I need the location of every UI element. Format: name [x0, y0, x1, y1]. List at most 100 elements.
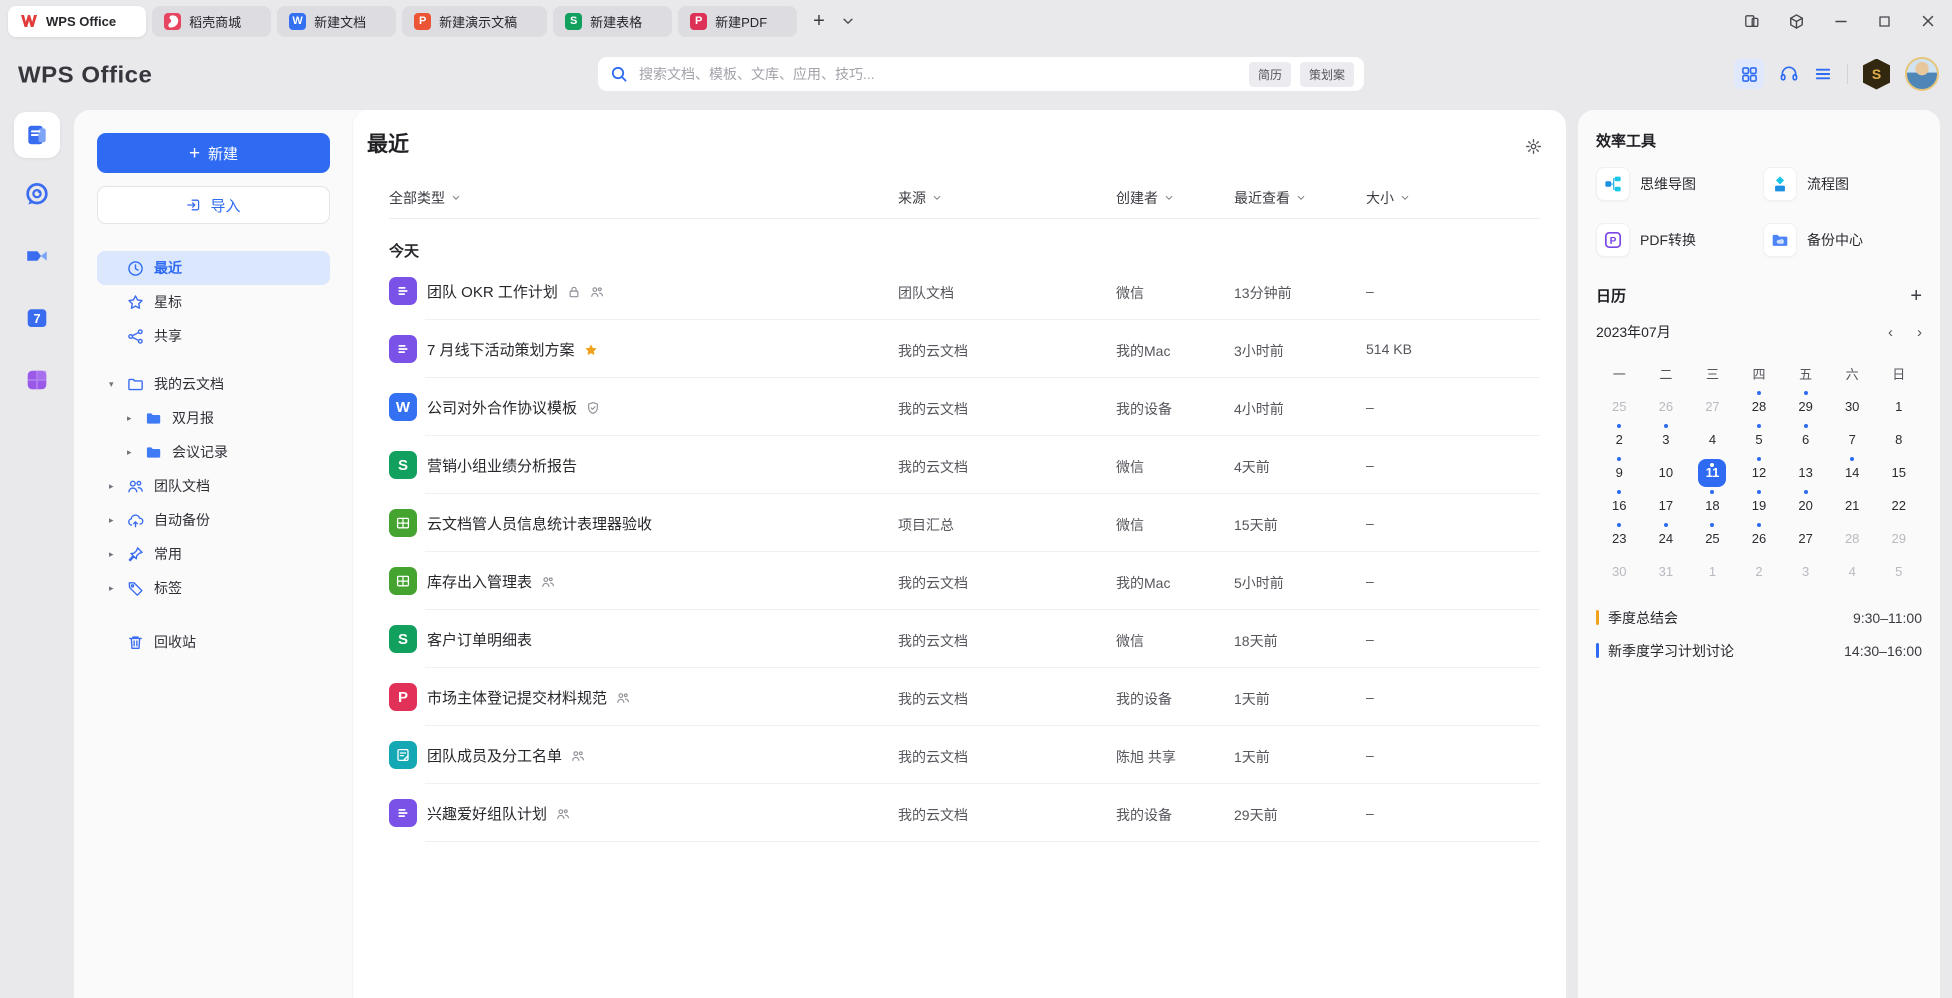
file-row[interactable]: W公司对外合作协议模板我的云文档我的设备4小时前–: [353, 378, 1566, 436]
filter-0[interactable]: 全部类型: [389, 188, 461, 208]
calendar-day[interactable]: 27: [1782, 523, 1829, 554]
calendar-day[interactable]: 29: [1875, 523, 1922, 554]
calendar-day[interactable]: 29: [1782, 391, 1829, 422]
add-event-button[interactable]: +: [1910, 286, 1922, 306]
calendar-app-icon[interactable]: 7: [25, 306, 49, 330]
workspace-cube-icon[interactable]: [1788, 13, 1805, 30]
file-row[interactable]: S客户订单明细表我的云文档微信18天前–: [353, 610, 1566, 668]
caret-right-icon[interactable]: ▸: [109, 583, 114, 594]
caret-right-icon[interactable]: ▸: [109, 515, 114, 526]
settings-gear-icon[interactable]: [1525, 138, 1542, 155]
sidebar-item-8[interactable]: ▸常用: [97, 537, 330, 571]
calendar-day[interactable]: 14: [1829, 457, 1876, 488]
calendar-event[interactable]: 季度总结会9:30–11:00: [1596, 601, 1922, 634]
calendar-day[interactable]: 2: [1736, 556, 1783, 587]
minimize-button[interactable]: [1833, 13, 1849, 29]
calendar-day[interactable]: 28: [1736, 391, 1783, 422]
sidebar-item-9[interactable]: ▸标签: [97, 571, 330, 605]
chevron-left-icon[interactable]: ‹: [1888, 324, 1893, 341]
calendar-day[interactable]: 4: [1829, 556, 1876, 587]
calendar-day[interactable]: 21: [1829, 490, 1876, 521]
search-input[interactable]: [637, 65, 1240, 83]
file-row[interactable]: 兴趣爱好组队计划我的云文档我的设备29天前–: [353, 784, 1566, 842]
tab-3[interactable]: P新建演示文稿: [402, 6, 547, 37]
sidebar-item-6[interactable]: ▸团队文档: [97, 469, 330, 503]
tool-3[interactable]: 备份中心: [1763, 223, 1922, 257]
mobile-sync-icon[interactable]: [1744, 13, 1760, 29]
sidebar-item-1[interactable]: 星标: [97, 285, 330, 319]
sidebar-item-0[interactable]: 最近: [97, 251, 330, 285]
sidebar-item-trash[interactable]: 回收站: [97, 625, 330, 659]
calendar-day[interactable]: 3: [1643, 424, 1690, 455]
calendar-day[interactable]: 15: [1875, 457, 1922, 488]
caret-right-icon[interactable]: ▸: [109, 481, 114, 492]
calendar-day[interactable]: 26: [1736, 523, 1783, 554]
sidebar-item-2[interactable]: 共享: [97, 319, 330, 353]
file-row[interactable]: P市场主体登记提交材料规范我的云文档我的设备1天前–: [353, 668, 1566, 726]
calendar-day[interactable]: 30: [1829, 391, 1876, 422]
support-headset-icon[interactable]: [1779, 64, 1799, 84]
file-row[interactable]: 团队成员及分工名单我的云文档陈旭 共享1天前–: [353, 726, 1566, 784]
calendar-day[interactable]: 9: [1596, 457, 1643, 488]
import-button[interactable]: 导入: [97, 186, 330, 224]
calendar-day[interactable]: 12: [1736, 457, 1783, 488]
calendar-day[interactable]: 28: [1829, 523, 1876, 554]
calendar-day[interactable]: 1: [1689, 556, 1736, 587]
calendar-day[interactable]: 7: [1829, 424, 1876, 455]
caret-down-icon[interactable]: ▾: [109, 379, 114, 390]
file-row[interactable]: 云文档管人员信息统计表理器验收项目汇总微信15天前–: [353, 494, 1566, 552]
filter-4[interactable]: 大小: [1366, 188, 1410, 208]
menu-icon[interactable]: [1814, 65, 1832, 83]
caret-right-icon[interactable]: ▸: [109, 549, 114, 560]
calendar-day[interactable]: 5: [1875, 556, 1922, 587]
apps-grid-button[interactable]: [1734, 59, 1764, 89]
chevron-right-icon[interactable]: ›: [1917, 324, 1922, 341]
caret-right-icon[interactable]: ▸: [127, 447, 132, 458]
calendar-day[interactable]: 31: [1643, 556, 1690, 587]
close-button[interactable]: [1920, 13, 1936, 29]
tab-4[interactable]: S新建表格: [553, 6, 672, 37]
rail-item-documents[interactable]: [14, 112, 60, 158]
calendar-day[interactable]: 10: [1643, 457, 1690, 488]
maximize-button[interactable]: [1877, 14, 1892, 29]
sidebar-item-3[interactable]: ▾我的云文档: [97, 367, 330, 401]
calendar-day[interactable]: 18: [1689, 490, 1736, 521]
filter-1[interactable]: 来源: [898, 188, 942, 208]
calendar-day[interactable]: 4: [1689, 424, 1736, 455]
caret-right-icon[interactable]: ▸: [127, 413, 132, 424]
tool-2[interactable]: PPDF转换: [1596, 223, 1755, 257]
apps-purple-icon[interactable]: [25, 368, 49, 392]
tab-1[interactable]: 稻壳商城: [152, 6, 271, 37]
tab-list-chevron-down-icon[interactable]: [841, 14, 855, 28]
calendar-day[interactable]: 2: [1596, 424, 1643, 455]
calendar-day[interactable]: 1: [1875, 391, 1922, 422]
sidebar-item-4[interactable]: ▸双月报: [97, 401, 330, 435]
avatar[interactable]: [1905, 57, 1939, 91]
calendar-day[interactable]: 5: [1736, 424, 1783, 455]
new-button[interactable]: + 新建: [97, 133, 330, 173]
calendar-day[interactable]: 11: [1689, 457, 1736, 488]
file-row[interactable]: 库存出入管理表我的云文档我的Mac5小时前–: [353, 552, 1566, 610]
tab-5[interactable]: P新建PDF: [678, 6, 797, 37]
calendar-day[interactable]: 22: [1875, 490, 1922, 521]
messages-icon[interactable]: [25, 182, 49, 206]
tab-2[interactable]: W新建文档: [277, 6, 396, 37]
file-row[interactable]: 团队 OKR 工作计划团队文档微信13分钟前–: [353, 262, 1566, 320]
meeting-camera-icon[interactable]: [25, 244, 49, 268]
tool-0[interactable]: 思维导图: [1596, 167, 1755, 201]
calendar-day[interactable]: 27: [1689, 391, 1736, 422]
calendar-day[interactable]: 25: [1689, 523, 1736, 554]
calendar-day[interactable]: 30: [1596, 556, 1643, 587]
new-tab-button[interactable]: +: [813, 10, 825, 33]
tool-1[interactable]: 流程图: [1763, 167, 1922, 201]
calendar-day[interactable]: 16: [1596, 490, 1643, 521]
member-badge-icon[interactable]: S: [1863, 59, 1890, 90]
calendar-day[interactable]: 23: [1596, 523, 1643, 554]
calendar-day[interactable]: 6: [1782, 424, 1829, 455]
sidebar-item-7[interactable]: ▸自动备份: [97, 503, 330, 537]
tab-0[interactable]: WPS Office: [8, 6, 146, 37]
filter-2[interactable]: 创建者: [1116, 188, 1174, 208]
calendar-day[interactable]: 24: [1643, 523, 1690, 554]
calendar-day[interactable]: 13: [1782, 457, 1829, 488]
file-row[interactable]: 7 月线下活动策划方案我的云文档我的Mac3小时前514 KB: [353, 320, 1566, 378]
